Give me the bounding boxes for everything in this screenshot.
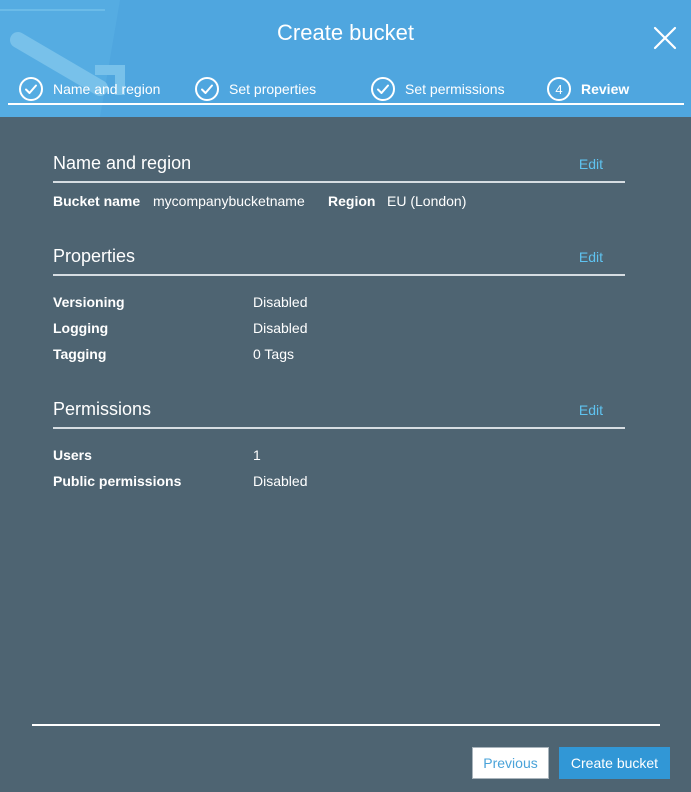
edit-permissions-link[interactable]: Edit — [579, 402, 603, 418]
step-label: Name and region — [53, 81, 161, 97]
edit-name-region-link[interactable]: Edit — [579, 156, 603, 172]
step-number-badge: 4 — [547, 77, 571, 101]
dialog-title: Create bucket — [277, 20, 414, 45]
footer-divider — [32, 724, 660, 726]
create-bucket-button[interactable]: Create bucket — [559, 747, 670, 779]
section-properties: Properties Edit — [53, 246, 625, 276]
step-label: Set properties — [229, 81, 317, 97]
check-icon — [371, 77, 395, 101]
region-label: Region — [328, 193, 376, 209]
public-permissions-label: Public permissions — [53, 473, 182, 489]
users-value: 1 — [253, 447, 261, 463]
section-title: Permissions — [53, 399, 152, 419]
step-review[interactable]: 4 Review — [547, 74, 629, 104]
bucket-name-label: Bucket name — [53, 193, 141, 209]
section-header: Name and region Edit — [53, 153, 625, 183]
check-icon — [195, 77, 219, 101]
region-value-cell: EU (London) — [387, 193, 466, 209]
tagging-value: 0 Tags — [253, 346, 294, 362]
versioning-value: Disabled — [253, 294, 308, 310]
versioning-label: Versioning — [53, 294, 125, 310]
logging-value: Disabled — [253, 320, 308, 336]
section-title: Name and region — [53, 153, 192, 173]
section-header: Permissions Edit — [53, 399, 625, 429]
edit-properties-link[interactable]: Edit — [579, 249, 603, 265]
logging-label: Logging — [53, 320, 109, 336]
section-title: Properties — [53, 246, 136, 266]
step-set-permissions[interactable]: Set permissions — [371, 74, 505, 104]
check-icon — [19, 77, 43, 101]
section-name-and-region: Name and region Edit — [53, 153, 625, 183]
region-label-cell: Region — [328, 193, 375, 209]
step-name-and-region[interactable]: Name and region — [19, 74, 160, 104]
public-permissions-value: Disabled — [253, 473, 308, 489]
step-set-properties[interactable]: Set properties — [195, 74, 316, 104]
previous-button[interactable]: Previous — [472, 747, 549, 779]
bucket-name-value-cell: mycompanybucketname — [153, 193, 305, 209]
step-number: 4 — [555, 81, 563, 97]
steps-divider — [8, 103, 684, 105]
users-label: Users — [53, 447, 92, 463]
dialog-header: Create bucket Name and region Set proper… — [0, 0, 691, 117]
close-icon[interactable] — [652, 25, 678, 51]
bucket-name-value: mycompanybucketname — [153, 193, 305, 209]
section-permissions: Permissions Edit — [53, 399, 625, 429]
step-label: Review — [581, 81, 630, 97]
bucket-name-row: Bucket name — [53, 193, 140, 209]
tagging-label: Tagging — [53, 346, 107, 362]
region-value: EU (London) — [387, 193, 467, 209]
section-header: Properties Edit — [53, 246, 625, 276]
step-label: Set permissions — [405, 81, 505, 97]
wizard-steps: Name and region Set properties Set permi… — [0, 74, 691, 104]
